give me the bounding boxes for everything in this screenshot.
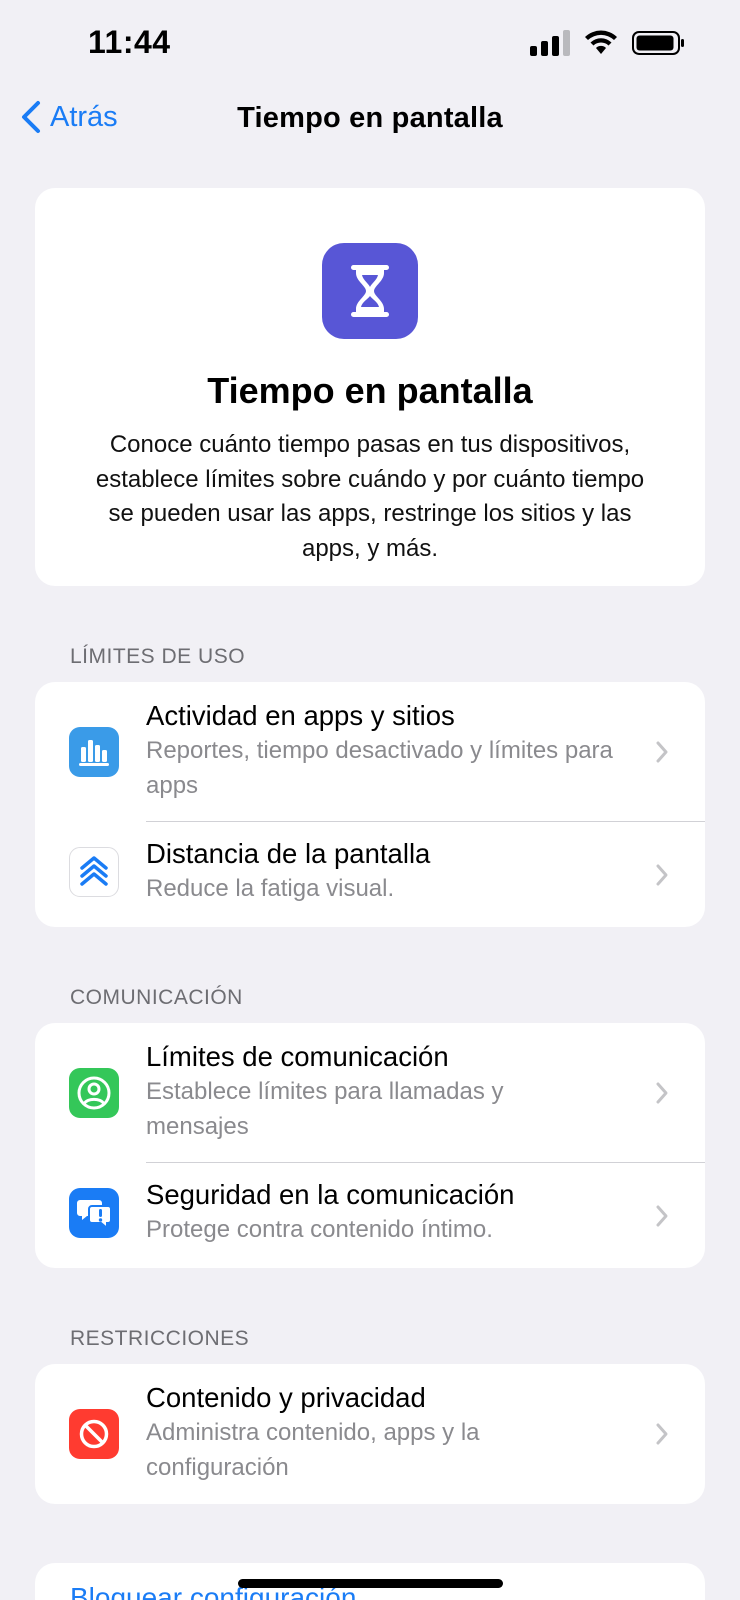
chevrons-up-icon: [69, 847, 119, 897]
chevron-right-icon: [653, 1078, 671, 1108]
navigation-bar: Atrás Tiempo en pantalla: [0, 96, 740, 146]
home-indicator[interactable]: [238, 1579, 503, 1588]
wifi-icon: [585, 30, 617, 54]
row-communication-safety[interactable]: Seguridad en la comunicación Protege con…: [35, 1163, 705, 1268]
row-subtitle: Protege contra contenido íntimo.: [146, 1216, 493, 1243]
message-warning-icon: [69, 1188, 119, 1238]
chevron-right-icon: [653, 737, 671, 767]
communication-group: Límites de comunicación Establece límite…: [35, 1023, 705, 1268]
hero-title: Tiempo en pantalla: [207, 370, 533, 411]
bar-chart-icon: [69, 727, 119, 777]
row-title: Actividad en apps y sitios: [146, 700, 455, 731]
person-circle-icon: [69, 1068, 119, 1118]
row-content-privacy[interactable]: Contenido y privacidad Administra conten…: [35, 1364, 705, 1504]
row-subtitle: Reportes, tiempo desactivado y límites p…: [146, 737, 613, 799]
row-title: Distancia de la pantalla: [146, 838, 431, 869]
hero-description: Conoce cuánto tiempo pasas en tus dispos…: [95, 431, 645, 562]
row-title: Seguridad en la comunicación: [146, 1179, 515, 1210]
row-title: Límites de comunicación: [146, 1041, 449, 1072]
status-icons: [530, 30, 686, 56]
chevron-right-icon: [653, 1419, 671, 1449]
hourglass-icon: [322, 243, 418, 339]
chevron-right-icon: [653, 860, 671, 890]
restrictions-group: Contenido y privacidad Administra conten…: [35, 1364, 705, 1504]
battery-icon: [632, 31, 684, 55]
row-subtitle: Reduce la fatiga visual.: [146, 875, 395, 902]
section-header-communication: COMUNICACIÓN: [70, 986, 243, 1009]
section-header-usage-limits: LÍMITES DE USO: [70, 645, 246, 668]
usage-limits-group: Actividad en apps y sitios Reportes, tie…: [35, 682, 705, 927]
row-subtitle: Establece límites para llamadas y mensaj…: [146, 1078, 504, 1140]
row-app-activity[interactable]: Actividad en apps y sitios Reportes, tie…: [35, 682, 705, 822]
row-title: Contenido y privacidad: [146, 1382, 426, 1413]
section-header-restrictions: RESTRICCIONES: [70, 1327, 250, 1350]
status-bar: 11:44: [0, 0, 740, 90]
hero-card: Tiempo en pantalla Conoce cuánto tiempo …: [35, 188, 705, 586]
row-subtitle: Administra contenido, apps y la configur…: [146, 1419, 480, 1481]
status-time: 11:44: [88, 24, 171, 60]
chevron-right-icon: [653, 1201, 671, 1231]
no-entry-icon: [69, 1409, 119, 1459]
page-title: Tiempo en pantalla: [237, 102, 503, 134]
cellular-signal-icon: [530, 30, 570, 56]
row-communication-limits[interactable]: Límites de comunicación Establece límite…: [35, 1023, 705, 1163]
row-screen-distance[interactable]: Distancia de la pantalla Reduce la fatig…: [35, 822, 705, 927]
